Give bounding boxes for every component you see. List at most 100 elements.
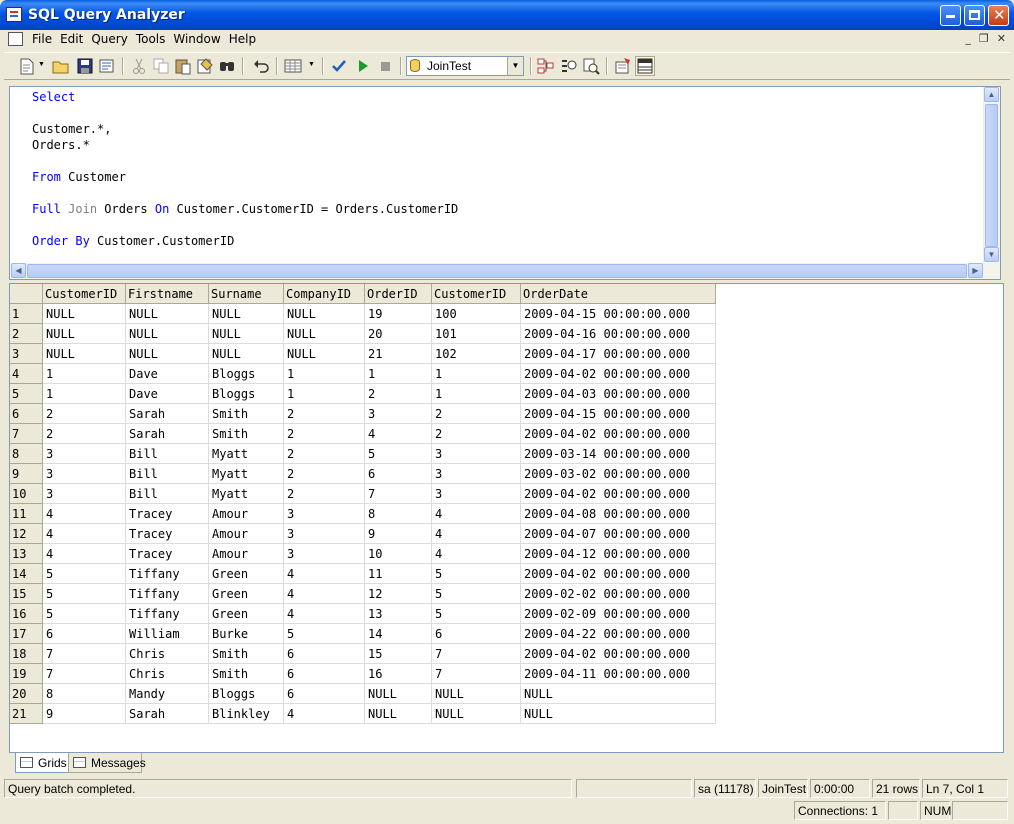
cut-icon[interactable] [130, 57, 148, 75]
table-row[interactable]: 18 7 Chris Smith 6 15 7 2009-04-02 00:00:00.000 [10, 643, 716, 664]
table-cell[interactable]: 2009-04-12 00:00:00.000 [520, 543, 716, 564]
table-cell[interactable]: NULL [125, 303, 209, 324]
table-cell[interactable]: Bloggs [208, 363, 284, 384]
code-line[interactable]: Orders.* [32, 137, 458, 153]
table-row[interactable]: 21 9 Sarah Blinkley 4 NULL NULL NULL [10, 703, 716, 724]
table-cell[interactable]: Myatt [208, 483, 284, 504]
table-cell[interactable]: 6 [364, 463, 432, 484]
table-cell[interactable]: 2009-03-14 00:00:00.000 [520, 443, 716, 464]
table-cell[interactable]: NULL [208, 303, 284, 324]
table-cell[interactable]: 1 [364, 363, 432, 384]
query-editor[interactable]: Select Customer.*, Orders.* From Customer Fu… [9, 86, 1001, 280]
table-cell[interactable]: 2009-04-02 00:00:00.000 [520, 363, 716, 384]
menu-window[interactable]: Window [169, 32, 224, 46]
table-cell[interactable]: Bloggs [208, 383, 284, 404]
results-mode-dropdown-icon[interactable]: ▼ [308, 61, 315, 68]
table-row[interactable]: 4 1 Dave Bloggs 1 1 1 2009-04-02 00:00:00.000 [10, 363, 716, 384]
table-cell[interactable]: 5 [431, 563, 521, 584]
row-number[interactable]: 21 [10, 703, 43, 724]
table-cell[interactable]: 2 [431, 403, 521, 424]
table-row[interactable]: 11 4 Tracey Amour 3 8 4 2009-04-08 00:00:00.000 [10, 503, 716, 524]
table-cell[interactable]: Green [208, 583, 284, 604]
maximize-button[interactable] [964, 5, 985, 26]
parse-icon[interactable] [330, 57, 348, 75]
table-cell[interactable]: NULL [520, 683, 716, 704]
code-line[interactable] [32, 217, 458, 233]
table-row[interactable]: 12 4 Tracey Amour 3 9 4 2009-04-07 00:00:00.000 [10, 523, 716, 544]
table-cell[interactable]: 4 [431, 503, 521, 524]
tab-grids[interactable]: Grids [15, 753, 70, 773]
code-line[interactable] [32, 105, 458, 121]
row-number[interactable]: 17 [10, 623, 43, 644]
column-header[interactable]: CustomerID [431, 284, 521, 304]
table-cell[interactable]: Smith [208, 643, 284, 664]
table-row[interactable]: 10 3 Bill Myatt 2 7 3 2009-04-02 00:00:00.000 [10, 483, 716, 504]
table-cell[interactable]: 3 [283, 543, 365, 564]
tab-messages[interactable]: Messages [68, 753, 146, 773]
table-cell[interactable]: 4 [283, 583, 365, 604]
table-cell[interactable]: 3 [431, 463, 521, 484]
table-cell[interactable]: 9 [364, 523, 432, 544]
table-cell[interactable]: 2009-02-09 00:00:00.000 [520, 603, 716, 624]
minimize-button[interactable] [940, 5, 961, 26]
table-cell[interactable]: NULL [42, 323, 126, 344]
table-cell[interactable]: 13 [364, 603, 432, 624]
table-cell[interactable]: 2 [42, 423, 126, 444]
load-script-icon[interactable] [98, 57, 116, 75]
table-cell[interactable]: Green [208, 563, 284, 584]
new-query-dropdown-icon[interactable]: ▼ [38, 61, 45, 68]
code-line[interactable]: Select [32, 89, 458, 105]
table-cell[interactable]: 2 [283, 443, 365, 464]
table-cell[interactable]: 2 [283, 423, 365, 444]
row-number[interactable]: 13 [10, 543, 43, 564]
column-header[interactable]: Firstname [125, 284, 209, 304]
open-icon[interactable] [52, 57, 70, 75]
table-cell[interactable]: 7 [364, 483, 432, 504]
table-cell[interactable]: 3 [283, 503, 365, 524]
table-row[interactable]: 7 2 Sarah Smith 2 4 2 2009-04-02 00:00:00.000 [10, 423, 716, 444]
row-number[interactable]: 1 [10, 303, 43, 324]
table-cell[interactable]: William [125, 623, 209, 644]
table-cell[interactable]: Burke [208, 623, 284, 644]
row-number[interactable]: 15 [10, 583, 43, 604]
table-cell[interactable]: NULL [431, 703, 521, 724]
column-header[interactable]: OrderID [364, 284, 432, 304]
new-query-icon[interactable] [18, 57, 36, 75]
table-cell[interactable]: Smith [208, 423, 284, 444]
table-cell[interactable]: 2009-04-17 00:00:00.000 [520, 343, 716, 364]
table-cell[interactable]: NULL [364, 683, 432, 704]
editor-horizontal-scrollbar[interactable]: ◀ ▶ [10, 263, 1000, 279]
table-cell[interactable]: NULL [42, 343, 126, 364]
table-cell[interactable]: 1 [42, 383, 126, 404]
app-icon[interactable] [6, 7, 22, 22]
table-cell[interactable]: NULL [125, 323, 209, 344]
find-icon[interactable] [218, 57, 236, 75]
table-cell[interactable]: 5 [431, 603, 521, 624]
table-row[interactable]: 2 NULL NULL NULL NULL 20 101 2009-04-16 00:00:0… [10, 323, 716, 344]
table-cell[interactable]: 6 [431, 623, 521, 644]
table-cell[interactable]: 2 [283, 463, 365, 484]
table-cell[interactable]: 3 [431, 443, 521, 464]
row-number[interactable]: 16 [10, 603, 43, 624]
table-cell[interactable]: 2009-04-07 00:00:00.000 [520, 523, 716, 544]
table-cell[interactable]: Myatt [208, 443, 284, 464]
table-cell[interactable]: Tracey [125, 543, 209, 564]
row-number[interactable]: 10 [10, 483, 43, 504]
table-cell[interactable]: Dave [125, 383, 209, 404]
table-cell[interactable]: Sarah [125, 703, 209, 724]
table-cell[interactable]: Sarah [125, 423, 209, 444]
table-cell[interactable]: 2 [42, 403, 126, 424]
table-cell[interactable]: 100 [431, 303, 521, 324]
table-cell[interactable]: NULL [431, 683, 521, 704]
table-row[interactable]: 9 3 Bill Myatt 2 6 3 2009-03-02 00:00:00.000 [10, 463, 716, 484]
table-cell[interactable]: 3 [42, 443, 126, 464]
table-cell[interactable]: 4 [431, 543, 521, 564]
table-cell[interactable]: 7 [431, 643, 521, 664]
table-cell[interactable]: 4 [42, 543, 126, 564]
row-number[interactable]: 3 [10, 343, 43, 364]
table-row[interactable]: 14 5 Tiffany Green 4 11 5 2009-04-02 00:00:00.0… [10, 563, 716, 584]
table-cell[interactable]: 7 [42, 663, 126, 684]
object-search-icon[interactable] [560, 57, 578, 75]
table-cell[interactable]: 2 [283, 403, 365, 424]
column-header[interactable]: CompanyID [283, 284, 365, 304]
